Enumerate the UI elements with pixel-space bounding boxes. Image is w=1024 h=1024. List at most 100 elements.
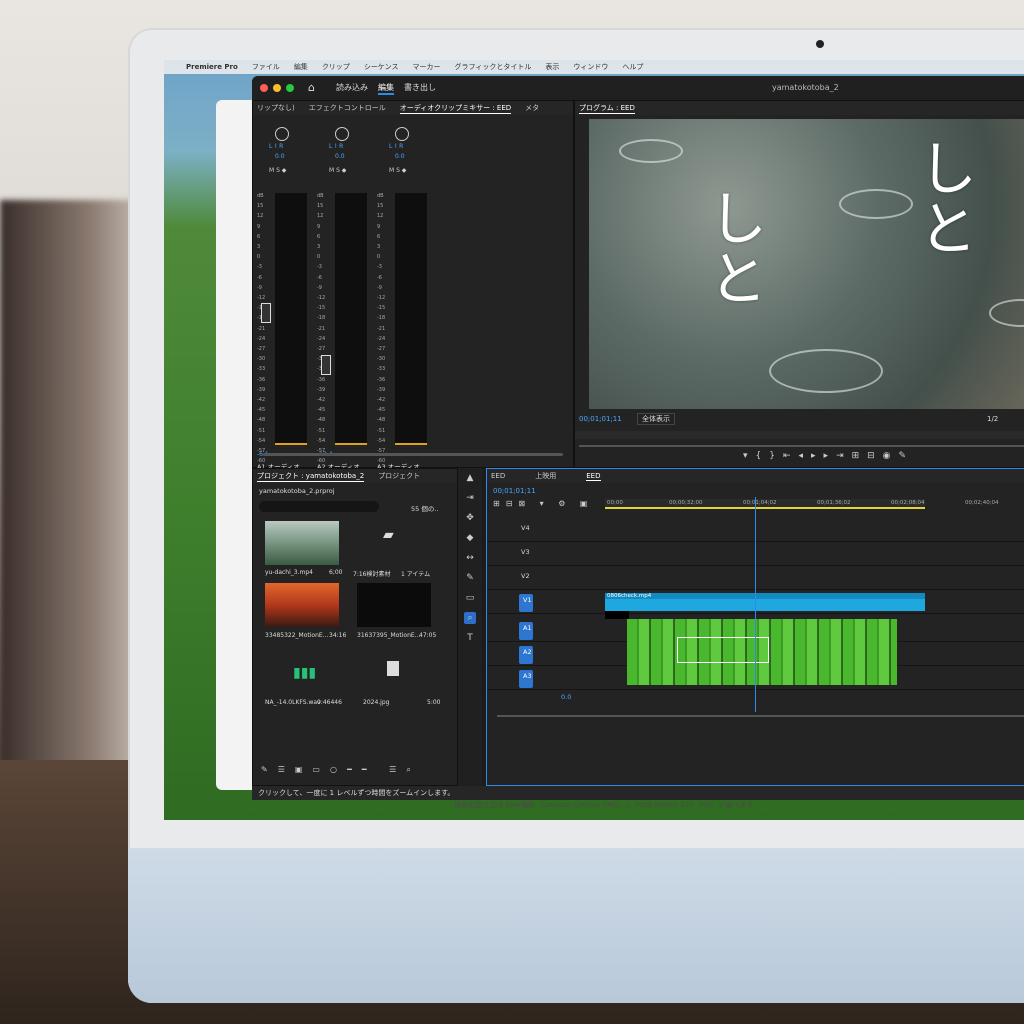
tab-export[interactable]: 書き出し bbox=[404, 82, 436, 95]
tab-effect-controls[interactable]: エフェクトコントロール bbox=[309, 103, 386, 113]
mute-solo-buttons[interactable]: M S ◆ bbox=[389, 167, 406, 174]
mac-menubar: Premiere Pro ファイル 編集 クリップ シーケンス マーカー グラフ… bbox=[164, 60, 1024, 74]
rectangle-tool-icon[interactable]: ▭ bbox=[464, 592, 476, 604]
project-search-input[interactable] bbox=[259, 501, 379, 512]
title-bar: ⌂ 読み込み 編集 書き出し yamatokotoba_2 bbox=[252, 76, 1024, 100]
db-tick-label: -48 bbox=[317, 417, 326, 424]
tab-edit[interactable]: 編集 bbox=[378, 82, 394, 95]
db-tick-label: 12 bbox=[317, 213, 324, 220]
pan-knob[interactable] bbox=[275, 127, 289, 141]
pan-value[interactable]: 0.0 bbox=[335, 153, 345, 160]
pan-knob[interactable] bbox=[395, 127, 409, 141]
tab-seq-screening[interactable]: 上映用 bbox=[535, 471, 556, 481]
tab-seq-eed-active[interactable]: EED bbox=[586, 472, 601, 481]
db-tick-label: 9 bbox=[317, 223, 321, 230]
track-label: A1 bbox=[523, 624, 532, 632]
db-tick-label: -21 bbox=[257, 325, 266, 332]
db-tick-label: 12 bbox=[377, 213, 384, 220]
menu-edit[interactable]: 編集 bbox=[294, 62, 308, 72]
video-clip[interactable]: 0806check.mp4 bbox=[605, 593, 925, 611]
menu-marker[interactable]: マーカー bbox=[412, 62, 440, 72]
menu-sequence[interactable]: シーケンス bbox=[364, 62, 399, 72]
db-tick-label: -9 bbox=[377, 284, 382, 291]
mixer-scrollbar[interactable] bbox=[263, 453, 563, 456]
resolution-select[interactable]: 1/2 bbox=[987, 415, 998, 423]
timeline-tool-buttons[interactable]: ⊞⊟⊠ ▾ ⚙ ▣ bbox=[493, 499, 593, 508]
thumb-yu-dachi[interactable] bbox=[265, 521, 339, 565]
zoom-tool-icon[interactable]: ⌕ bbox=[464, 612, 476, 624]
pen-tool-icon[interactable]: ✎ bbox=[464, 572, 476, 584]
project-footer-tools[interactable]: ✎☰▣▭○━━ ☰⌕ bbox=[261, 765, 421, 775]
mute-solo-buttons[interactable]: M S ◆ bbox=[329, 167, 346, 174]
folder-icon[interactable]: ▰ bbox=[383, 527, 394, 543]
menu-view[interactable]: 表示 bbox=[545, 62, 559, 72]
pan-knob[interactable] bbox=[335, 127, 349, 141]
item-name: NA_-14.0LKFS.wav bbox=[265, 699, 321, 706]
type-tool-icon[interactable]: T bbox=[464, 632, 476, 644]
program-timecode[interactable]: 00;01;01;11 bbox=[579, 415, 622, 423]
menu-file[interactable]: ファイル bbox=[252, 62, 280, 72]
timeline-scrollbar[interactable] bbox=[497, 715, 1024, 717]
slip-tool-icon[interactable]: ↔ bbox=[464, 552, 476, 564]
black-clip[interactable] bbox=[605, 611, 629, 619]
track-select-tool-icon[interactable]: ⇥ bbox=[464, 492, 476, 504]
tab-project[interactable]: プロジェクト : yamatokotoba_2 bbox=[257, 471, 365, 482]
pan-lr-label: L ⌇ R bbox=[269, 143, 284, 150]
minimize-icon[interactable] bbox=[273, 84, 281, 92]
tab-metadata[interactable]: メタ bbox=[525, 103, 539, 113]
fit-dropdown[interactable]: 全体表示 bbox=[637, 413, 675, 425]
close-icon[interactable] bbox=[260, 84, 268, 92]
item-duration: 6;00 bbox=[329, 569, 343, 576]
transport-controls[interactable]: ▾{}⇤◂▸▸⇥⊞⊟◉✎ bbox=[743, 451, 914, 461]
volume-fader[interactable] bbox=[261, 303, 271, 323]
work-area-bar[interactable] bbox=[605, 507, 925, 509]
tab-seq-eed[interactable]: EED bbox=[491, 472, 505, 480]
db-tick-label: -33 bbox=[377, 366, 386, 373]
tab-source[interactable]: リップなし) bbox=[257, 103, 295, 113]
tab-audio-clip-mixer[interactable]: オーディオクリップミキサー : EED bbox=[399, 103, 512, 114]
razor-tool-icon[interactable]: ◆ bbox=[464, 532, 476, 544]
db-tick-label: -54 bbox=[257, 437, 266, 444]
tab-program[interactable]: プログラム : EED bbox=[579, 103, 635, 114]
home-icon[interactable]: ⌂ bbox=[308, 81, 315, 94]
menu-clip[interactable]: クリップ bbox=[322, 62, 350, 72]
db-tick-label: 9 bbox=[257, 223, 261, 230]
pan-value[interactable]: 0.0 bbox=[275, 153, 285, 160]
audio-waveform-icon[interactable]: ▮▮▮ bbox=[293, 665, 316, 681]
menu-window[interactable]: ウィンドウ bbox=[573, 62, 608, 72]
status-bar: クリックして、一度に 1 レベルずつ時間をズームインします。 bbox=[252, 786, 1024, 800]
mute-solo-buttons[interactable]: M S ◆ bbox=[269, 167, 286, 174]
db-tick-label: -30 bbox=[257, 356, 266, 363]
ripple bbox=[989, 299, 1024, 327]
tab-import[interactable]: 読み込み bbox=[336, 82, 368, 95]
menu-help[interactable]: ヘルプ bbox=[622, 62, 643, 72]
thumb-black[interactable] bbox=[357, 583, 431, 627]
menu-app-name[interactable]: Premiere Pro bbox=[186, 63, 238, 71]
selection-tool-icon[interactable]: ▲ bbox=[464, 472, 476, 484]
playhead[interactable] bbox=[755, 497, 756, 712]
tab-project-2[interactable]: プロジェクト bbox=[378, 471, 420, 481]
db-tick-label: -6 bbox=[317, 274, 322, 281]
menu-graphics[interactable]: グラフィックとタイトル bbox=[454, 62, 531, 72]
zoom-icon[interactable] bbox=[286, 84, 294, 92]
db-tick-label: -9 bbox=[257, 284, 262, 291]
item-name: 31637395_MotionE... bbox=[357, 632, 421, 639]
traffic-lights bbox=[260, 84, 294, 92]
db-tick-label: 15 bbox=[257, 203, 264, 210]
master-volume[interactable]: 0.0 bbox=[561, 693, 571, 701]
thumb-sunset[interactable] bbox=[265, 583, 339, 627]
item-count: 1 アイテム bbox=[401, 571, 431, 578]
db-tick-label: -3 bbox=[317, 264, 322, 271]
volume-fader[interactable] bbox=[321, 355, 331, 375]
timeline-timecode[interactable]: 00;01;01;11 bbox=[493, 487, 536, 495]
pan-value[interactable]: 0.0 bbox=[395, 153, 405, 160]
db-tick-label: 3 bbox=[317, 244, 321, 251]
db-tick-label: -3 bbox=[377, 264, 382, 271]
program-scrollbar[interactable] bbox=[579, 445, 1024, 447]
db-tick-label: -45 bbox=[377, 407, 386, 414]
program-time-ruler[interactable] bbox=[575, 431, 1024, 439]
ripple bbox=[619, 139, 683, 163]
image-file-icon[interactable] bbox=[387, 661, 399, 676]
db-tick-label: dB bbox=[377, 193, 384, 199]
ripple-edit-tool-icon[interactable]: ✥ bbox=[464, 512, 476, 524]
